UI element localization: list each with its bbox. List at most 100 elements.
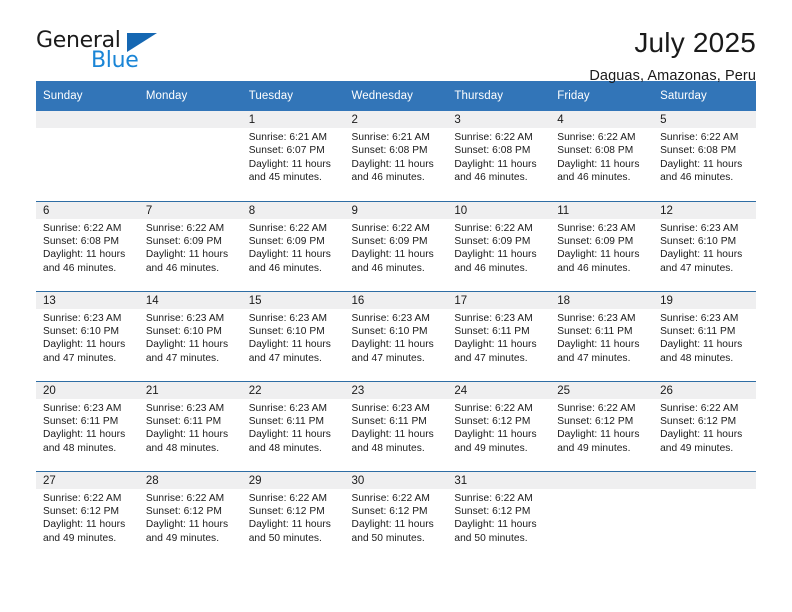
calendar-week-row: 13 Sunrise: 6:23 AM Sunset: 6:10 PM Dayligh… — [36, 290, 756, 381]
calendar-day-cell[interactable]: 21 Sunrise: 6:23 AM Sunset: 6:11 PM Dayligh… — [138, 380, 242, 471]
calendar-day-cell[interactable]: 1 Sunrise: 6:21 AM Sunset: 6:07 PM Daylight… — [241, 111, 345, 201]
daylight-line-2: and 48 minutes. — [248, 442, 322, 454]
day-sun-info: Sunrise: 6:22 AM Sunset: 6:09 PM Daylight:… — [345, 219, 448, 276]
calendar-day-cell[interactable]: 28 Sunrise: 6:22 AM Sunset: 6:12 PM Dayligh… — [138, 470, 242, 561]
calendar-day-cell[interactable]: 2 Sunrise: 6:21 AM Sunset: 6:08 PM Daylight… — [344, 111, 448, 201]
daylight-line-1: Daylight: 11 hours — [43, 519, 126, 531]
sunrise-time: Sunrise: 6:22 AM — [660, 132, 739, 143]
day-number: 9 — [344, 201, 448, 219]
calendar-day-cell[interactable]: 24 Sunrise: 6:22 AM Sunset: 6:12 PM Dayligh… — [447, 380, 551, 471]
daylight-line-2: and 49 minutes. — [145, 532, 220, 544]
sunrise-time: Sunrise: 6:22 AM — [351, 492, 430, 504]
calendar-day-cell[interactable]: 7 Sunrise: 6:22 AM Sunset: 6:09 PM Daylight… — [138, 200, 242, 291]
calendar-day-cell[interactable]: 30 Sunrise: 6:22 AM Sunset: 6:12 PM Dayligh… — [344, 470, 448, 561]
sunset-time: Sunset: 6:12 PM — [145, 505, 222, 517]
day-number — [653, 471, 756, 489]
day-sun-info: Sunrise: 6:23 AM Sunset: 6:11 PM Daylight:… — [447, 309, 550, 366]
day-number: 23 — [344, 381, 448, 399]
calendar-day-cell[interactable]: 14 Sunrise: 6:23 AM Sunset: 6:10 PM Dayligh… — [138, 290, 242, 381]
day-number: 6 — [36, 201, 139, 219]
day-sun-info: Sunrise: 6:23 AM Sunset: 6:11 PM Daylight:… — [653, 309, 756, 366]
sunrise-time: Sunrise: 6:22 AM — [351, 222, 430, 234]
day-number: 10 — [447, 201, 551, 219]
weekday-header-tuesday: Tuesday — [241, 81, 345, 111]
sunrise-time: Sunrise: 6:22 AM — [248, 492, 328, 504]
logo-text-blue: Blue — [91, 48, 139, 73]
day-sun-info: Sunrise: 6:22 AM Sunset: 6:12 PM Daylight:… — [447, 399, 550, 456]
calendar-day-cell[interactable]: 6 Sunrise: 6:22 AM Sunset: 6:08 PM Daylight… — [36, 200, 139, 291]
sunrise-time: Sunrise: 6:23 AM — [557, 312, 636, 324]
calendar-day-cell[interactable]: 9 Sunrise: 6:22 AM Sunset: 6:09 PM Daylight… — [344, 200, 448, 291]
calendar-day-cell[interactable]: 16 Sunrise: 6:23 AM Sunset: 6:10 PM Dayligh… — [344, 290, 448, 381]
page-header: General Blue July 2025 Daguas, Amazonas,… — [36, 0, 756, 84]
day-sun-info: Sunrise: 6:22 AM Sunset: 6:12 PM Daylight:… — [139, 489, 242, 546]
day-sun-info: Sunrise: 6:22 AM Sunset: 6:09 PM Daylight:… — [139, 219, 242, 276]
calendar-day-cell[interactable]: 18 Sunrise: 6:23 AM Sunset: 6:11 PM Dayligh… — [550, 290, 654, 381]
daylight-line-2: and 47 minutes. — [660, 262, 734, 274]
daylight-line-1: Daylight: 11 hours — [660, 158, 743, 170]
calendar-day-cell[interactable]: 31 Sunrise: 6:22 AM Sunset: 6:12 PM Dayligh… — [447, 470, 551, 561]
calendar-header-row: Sunday Monday Tuesday Wednesday Thursday… — [36, 81, 756, 111]
sunrise-time: Sunrise: 6:23 AM — [248, 402, 328, 414]
daylight-line-1: Daylight: 11 hours — [248, 339, 331, 351]
calendar-cell-empty — [138, 111, 242, 201]
daylight-line-1: Daylight: 11 hours — [454, 249, 537, 261]
calendar-day-cell[interactable]: 29 Sunrise: 6:22 AM Sunset: 6:12 PM Dayligh… — [241, 470, 345, 561]
sunrise-time: Sunrise: 6:23 AM — [145, 402, 225, 414]
day-sun-info: Sunrise: 6:23 AM Sunset: 6:10 PM Daylight:… — [36, 309, 139, 366]
sunrise-time: Sunrise: 6:22 AM — [43, 492, 122, 504]
sunset-time: Sunset: 6:09 PM — [557, 235, 634, 247]
calendar-day-cell[interactable]: 17 Sunrise: 6:23 AM Sunset: 6:11 PM Dayligh… — [447, 290, 551, 381]
daylight-line-1: Daylight: 11 hours — [43, 429, 126, 441]
calendar-day-cell[interactable]: 26 Sunrise: 6:22 AM Sunset: 6:12 PM Dayligh… — [653, 380, 756, 471]
sunset-time: Sunset: 6:11 PM — [43, 415, 119, 427]
daylight-line-1: Daylight: 11 hours — [145, 519, 229, 531]
calendar-day-cell[interactable]: 8 Sunrise: 6:22 AM Sunset: 6:09 PM Daylight… — [241, 200, 345, 291]
calendar-day-cell[interactable]: 4 Sunrise: 6:22 AM Sunset: 6:08 PM Daylight… — [550, 111, 654, 201]
calendar-day-cell[interactable]: 22 Sunrise: 6:23 AM Sunset: 6:11 PM Dayligh… — [241, 380, 345, 471]
calendar-day-cell[interactable]: 27 Sunrise: 6:22 AM Sunset: 6:12 PM Dayligh… — [36, 470, 139, 561]
daylight-line-2: and 46 minutes. — [660, 172, 734, 184]
weekday-header-thursday: Thursday — [447, 81, 551, 111]
calendar-day-cell[interactable]: 12 Sunrise: 6:23 AM Sunset: 6:10 PM Dayligh… — [653, 200, 756, 291]
sunrise-time: Sunrise: 6:22 AM — [454, 132, 533, 143]
sunset-time: Sunset: 6:12 PM — [454, 505, 531, 517]
daylight-line-1: Daylight: 11 hours — [454, 429, 537, 441]
daylight-line-2: and 50 minutes. — [248, 532, 322, 544]
calendar-day-cell[interactable]: 11 Sunrise: 6:23 AM Sunset: 6:09 PM Dayligh… — [550, 200, 654, 291]
sunrise-time: Sunrise: 6:22 AM — [145, 492, 225, 504]
day-sun-info: Sunrise: 6:22 AM Sunset: 6:09 PM Daylight:… — [242, 219, 345, 276]
calendar-day-cell[interactable]: 10 Sunrise: 6:22 AM Sunset: 6:09 PM Dayligh… — [447, 200, 551, 291]
calendar-day-cell[interactable]: 20 Sunrise: 6:23 AM Sunset: 6:11 PM Dayligh… — [36, 380, 139, 471]
calendar-table: Sunday Monday Tuesday Wednesday Thursday… — [36, 81, 756, 561]
page-title: July 2025 — [634, 27, 756, 58]
sunset-time: Sunset: 6:11 PM — [248, 415, 324, 427]
sunrise-time: Sunrise: 6:23 AM — [145, 312, 225, 324]
calendar-cell-empty — [36, 111, 139, 201]
day-number — [138, 111, 242, 128]
weekday-header-saturday: Saturday — [653, 81, 756, 111]
sunrise-time: Sunrise: 6:23 AM — [351, 402, 430, 414]
calendar-page: General Blue July 2025 Daguas, Amazonas,… — [0, 0, 792, 612]
day-number: 11 — [550, 201, 654, 219]
calendar-day-cell[interactable]: 5 Sunrise: 6:22 AM Sunset: 6:08 PM Daylight… — [653, 111, 756, 201]
daylight-line-1: Daylight: 11 hours — [351, 339, 434, 351]
daylight-line-2: and 48 minutes. — [351, 442, 425, 454]
calendar-day-cell[interactable]: 19 Sunrise: 6:23 AM Sunset: 6:11 PM Dayligh… — [653, 290, 756, 381]
day-number: 5 — [653, 111, 756, 128]
sunrise-time: Sunrise: 6:22 AM — [557, 132, 636, 143]
day-number: 2 — [344, 111, 448, 128]
calendar-day-cell[interactable]: 15 Sunrise: 6:23 AM Sunset: 6:10 PM Dayligh… — [241, 290, 345, 381]
day-sun-info: Sunrise: 6:22 AM Sunset: 6:12 PM Daylight:… — [345, 489, 448, 546]
day-sun-info: Sunrise: 6:23 AM Sunset: 6:09 PM Daylight:… — [550, 219, 653, 276]
daylight-line-2: and 48 minutes. — [145, 442, 220, 454]
calendar-day-cell[interactable]: 25 Sunrise: 6:22 AM Sunset: 6:12 PM Dayligh… — [550, 380, 654, 471]
daylight-line-2: and 49 minutes. — [557, 442, 631, 454]
calendar-day-cell[interactable]: 23 Sunrise: 6:23 AM Sunset: 6:11 PM Dayligh… — [344, 380, 448, 471]
sunset-time: Sunset: 6:12 PM — [43, 505, 120, 517]
daylight-line-1: Daylight: 11 hours — [145, 429, 229, 441]
calendar-day-cell[interactable]: 3 Sunrise: 6:22 AM Sunset: 6:08 PM Daylight… — [447, 111, 551, 201]
sunset-time: Sunset: 6:10 PM — [248, 325, 325, 337]
calendar-day-cell[interactable]: 13 Sunrise: 6:23 AM Sunset: 6:10 PM Dayligh… — [36, 290, 139, 381]
weekday-header-sunday: Sunday — [36, 81, 139, 111]
